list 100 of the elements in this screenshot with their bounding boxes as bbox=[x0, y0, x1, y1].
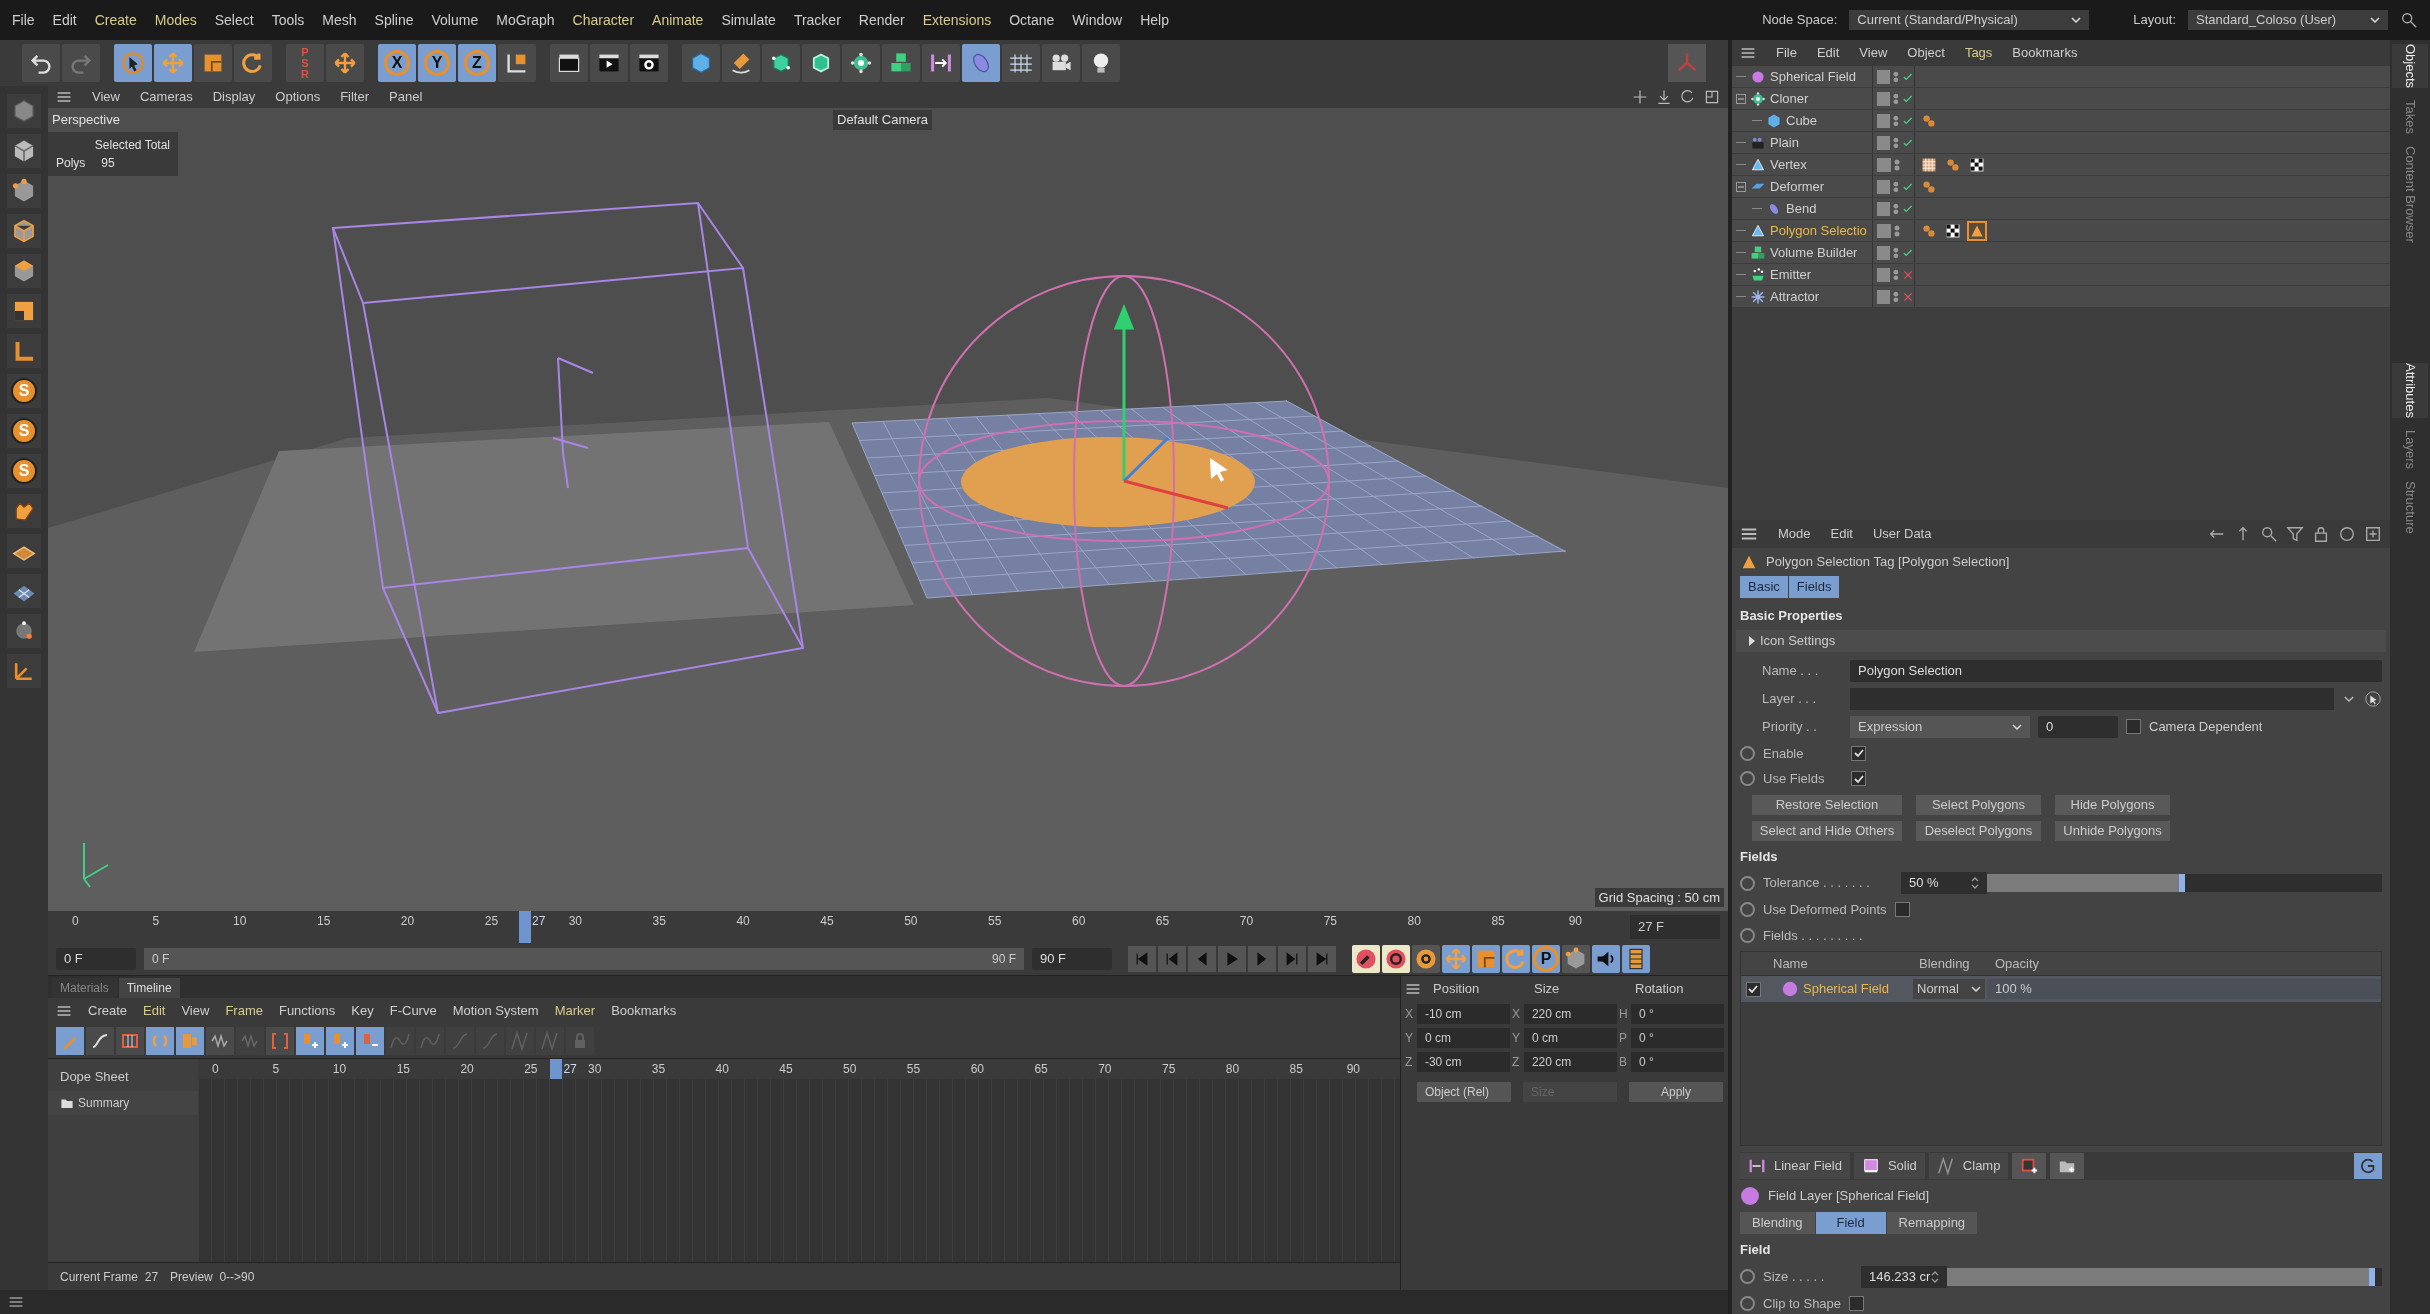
tab[interactable]: Remapping bbox=[1886, 1212, 1978, 1234]
menu-item[interactable]: Tools bbox=[271, 9, 305, 31]
tool-button[interactable]: X bbox=[378, 44, 416, 82]
menu-item[interactable]: Octane bbox=[1009, 9, 1055, 31]
side-tab[interactable]: Attributes bbox=[2392, 362, 2428, 418]
menu-item[interactable]: MoGraph bbox=[496, 9, 555, 31]
menu-item[interactable]: Modes bbox=[154, 9, 197, 31]
side-tab[interactable]: Content Browser bbox=[2392, 146, 2428, 243]
object-row[interactable]: Deformer bbox=[1732, 176, 2390, 198]
apply-button[interactable]: Apply bbox=[1629, 1082, 1723, 1102]
menu-item[interactable]: Frame bbox=[225, 1001, 263, 1021]
menu-item[interactable]: Extensions bbox=[922, 9, 992, 31]
menu-item[interactable]: File bbox=[12, 9, 35, 31]
layout-dropdown[interactable]: Standard_Coloso (User) bbox=[2188, 10, 2388, 30]
mode-dropdown[interactable]: Object (Rel) bbox=[1417, 1082, 1511, 1102]
coordinate-field[interactable]: 0 cm bbox=[1416, 1028, 1510, 1048]
tool-button[interactable]: P bbox=[1532, 945, 1560, 973]
side-tab[interactable]: Objects bbox=[2392, 44, 2428, 89]
menu-item[interactable]: Motion System bbox=[452, 1001, 539, 1021]
field-tool-button[interactable]: Solid bbox=[1853, 1153, 1925, 1179]
menu-item[interactable]: Bookmarks bbox=[611, 1001, 677, 1021]
column-header[interactable]: Opacity bbox=[1987, 953, 2381, 974]
column-header[interactable]: Name bbox=[1765, 953, 1911, 974]
coordinate-field[interactable]: 0 cm bbox=[1523, 1028, 1617, 1048]
menu-item[interactable]: View bbox=[1859, 43, 1888, 63]
action-button[interactable]: Select and Hide Others bbox=[1752, 820, 1902, 841]
number-field[interactable]: 0 bbox=[2038, 715, 2118, 738]
coordinate-field[interactable]: 0 ° bbox=[1630, 1028, 1724, 1048]
action-button[interactable]: Restore Selection bbox=[1752, 794, 1902, 815]
object-row[interactable]: Bend bbox=[1732, 198, 2390, 220]
side-tab[interactable]: Layers bbox=[2392, 429, 2428, 469]
menu-item[interactable]: Display bbox=[212, 87, 256, 107]
current-frame-field[interactable]: 27 F bbox=[1630, 915, 1720, 939]
coordinate-field[interactable]: -30 cm bbox=[1416, 1052, 1510, 1072]
tab[interactable]: Blending bbox=[1740, 1212, 1815, 1234]
tab[interactable]: Field bbox=[1815, 1212, 1886, 1234]
menu-item[interactable]: Render bbox=[858, 9, 905, 31]
coordinate-field[interactable]: 220 cm bbox=[1523, 1004, 1617, 1024]
menu-item[interactable]: F-Curve bbox=[389, 1001, 437, 1021]
coordinate-field[interactable]: 0 ° bbox=[1630, 1004, 1724, 1024]
coordinate-field[interactable]: 220 cm bbox=[1523, 1052, 1617, 1072]
tool-button[interactable]: Z bbox=[458, 44, 496, 82]
menu-item[interactable]: Simulate bbox=[721, 9, 776, 31]
menu-item[interactable]: View bbox=[92, 87, 120, 107]
menu-item[interactable]: Panel bbox=[389, 87, 423, 107]
menu-item[interactable]: Select bbox=[214, 9, 254, 31]
object-row[interactable]: Plain bbox=[1732, 132, 2390, 154]
menu-item[interactable]: Character bbox=[572, 9, 635, 31]
menu-item[interactable]: View bbox=[181, 1001, 210, 1021]
object-row[interactable]: Spherical Field bbox=[1732, 66, 2390, 88]
menu-item[interactable]: Object bbox=[1907, 43, 1945, 63]
opacity-field[interactable]: 100 % bbox=[1987, 979, 2381, 999]
object-row[interactable]: Volume Builder bbox=[1732, 242, 2390, 264]
object-row[interactable]: Cloner bbox=[1732, 88, 2390, 110]
menu-item[interactable]: Edit bbox=[52, 9, 77, 31]
menu-item[interactable]: Cameras bbox=[139, 87, 193, 107]
menu-item[interactable]: Mode bbox=[1778, 524, 1811, 544]
side-tab[interactable]: Takes bbox=[2392, 100, 2428, 135]
menu-item[interactable]: Options bbox=[275, 87, 321, 107]
tab[interactable]: Timeline bbox=[118, 977, 180, 998]
menu-item[interactable]: Volume bbox=[431, 9, 479, 31]
menu-item[interactable]: Filter bbox=[340, 87, 370, 107]
name-field[interactable]: Polygon Selection bbox=[1850, 659, 2382, 682]
dope-sheet-grid[interactable]: 0 5 10 15 20 25 27 30 35 40 45 50 55 60 65 70 75 80 85 90 bbox=[198, 1058, 1400, 1263]
number-field[interactable]: 146.233 cr bbox=[1861, 1265, 1947, 1288]
action-button[interactable]: Deselect Polygons bbox=[1916, 820, 2041, 841]
column-header[interactable]: Blending bbox=[1911, 953, 1987, 974]
field-tool-button[interactable]: Clamp bbox=[1928, 1153, 2009, 1179]
number-field[interactable]: 50 % bbox=[1901, 872, 1987, 894]
tool-button[interactable]: Y bbox=[418, 44, 456, 82]
tab[interactable]: Materials bbox=[52, 977, 117, 998]
coordinate-field[interactable]: -10 cm bbox=[1416, 1004, 1510, 1024]
blending-dropdown[interactable]: Normal bbox=[1913, 979, 1985, 999]
menu-item[interactable]: Edit bbox=[1830, 524, 1853, 544]
group-header[interactable]: Icon Settings bbox=[1736, 629, 2386, 652]
object-row[interactable]: Emitter bbox=[1732, 264, 2390, 286]
field-row[interactable]: Spherical Field Normal 100 % bbox=[1741, 976, 2381, 1002]
menu-item[interactable]: Animate bbox=[652, 9, 704, 31]
menu-item[interactable]: Spline bbox=[374, 9, 414, 31]
menu-item[interactable]: Bookmarks bbox=[2012, 43, 2078, 63]
menu-item[interactable]: Tags bbox=[1964, 43, 1993, 63]
menu-item[interactable]: Key bbox=[351, 1001, 374, 1021]
tab[interactable]: Fields bbox=[1788, 576, 1840, 598]
frame-ruler[interactable]: 0 5 10 15 20 25 27 30 35 40 45 50 55 60 65 70 75 80 85 90 bbox=[72, 911, 1582, 943]
menu-item[interactable]: Edit bbox=[143, 1001, 166, 1021]
menu-item[interactable]: File bbox=[1776, 43, 1797, 63]
end-frame-field[interactable]: 90 F bbox=[1032, 948, 1112, 970]
menu-item[interactable]: User Data bbox=[1872, 524, 1932, 544]
start-frame-field[interactable]: 0 F bbox=[56, 948, 136, 970]
viewport[interactable]: Perspective Default Camera Selected Total Polys 95 Grid Spacing : 50 cm bbox=[48, 108, 1728, 911]
menu-item[interactable]: Edit bbox=[1816, 43, 1840, 63]
action-button[interactable]: Unhide Polygons bbox=[2055, 820, 2170, 841]
object-row[interactable]: Cube bbox=[1732, 110, 2390, 132]
menu-item[interactable]: Create bbox=[94, 9, 137, 31]
menu-item[interactable]: Help bbox=[1140, 9, 1169, 31]
coordinate-field[interactable]: 0 ° bbox=[1630, 1052, 1724, 1072]
action-button[interactable]: Select Polygons bbox=[1916, 794, 2041, 815]
action-button[interactable]: Hide Polygons bbox=[2055, 794, 2170, 815]
object-row[interactable]: Vertex bbox=[1732, 154, 2390, 176]
object-row[interactable]: Attractor bbox=[1732, 286, 2390, 308]
